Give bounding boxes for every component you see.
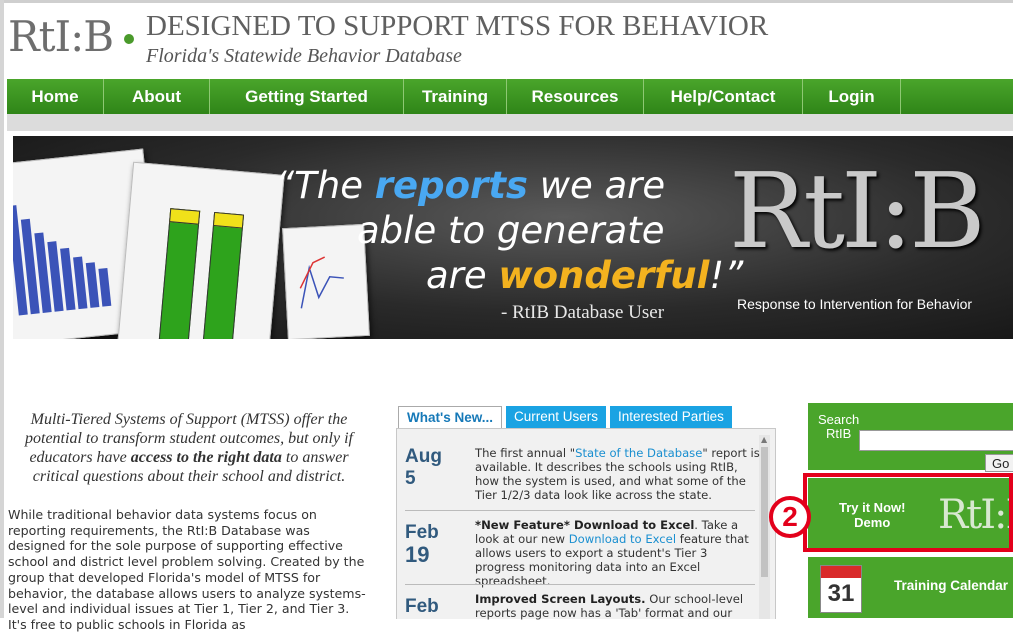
training-calendar-link[interactable]: Training Calendar: [894, 578, 1008, 593]
news-tabs: What's New... Current Users Interested P…: [398, 406, 732, 429]
tab-whats-new[interactable]: What's New...: [398, 406, 502, 429]
training-calendar-panel[interactable]: 31 Training Calendar: [808, 557, 1013, 618]
scroll-thumb[interactable]: [761, 447, 768, 577]
banner-logo-subtitle: Response to Intervention for Behavior: [737, 296, 973, 312]
nav-resources[interactable]: Resources: [507, 79, 644, 114]
nav-home[interactable]: Home: [7, 79, 104, 114]
news-date: Feb 19: [405, 522, 439, 567]
intro-text: Multi-Tiered Systems of Support (MTSS) o…: [25, 411, 353, 485]
scroll-up-icon[interactable]: ▲: [761, 435, 767, 444]
browser-frame-top: [0, 0, 1013, 3]
news-item: Aug 5 The first annual "State of the Data…: [405, 446, 760, 506]
calendar-icon: 31: [820, 565, 862, 613]
news-text: Improved Screen Layouts. Our school-leve…: [475, 592, 744, 620]
site-logo[interactable]: RtI:B: [8, 12, 114, 61]
news-item: Feb 19 *New Feature* Download to Excel. T…: [405, 518, 755, 588]
demo-highlight-box: [803, 473, 1013, 552]
news-divider: [405, 584, 755, 585]
news-link[interactable]: State of the Database: [575, 446, 702, 460]
main-nav: Home About Getting Started Training Reso…: [7, 79, 1013, 114]
banner-quote-line3: are wonderful!”: [426, 254, 744, 297]
news-text: *New Feature* Download to Excel. Take a …: [475, 518, 749, 588]
tab-interested-parties[interactable]: Interested Parties: [610, 406, 732, 428]
banner-logo: RtI:B: [729, 150, 986, 272]
banner-attribution: - RtIB Database User: [501, 302, 665, 323]
logo-dot-icon: [124, 34, 134, 44]
news-link[interactable]: Download to Excel: [569, 532, 676, 546]
report-bars: [13, 196, 112, 316]
tab-current-users[interactable]: Current Users: [505, 406, 607, 428]
banner-quote-line1: “The reports we are: [275, 164, 666, 207]
site-subtitle: Florida's Statewide Behavior Database: [146, 45, 462, 67]
nav-login[interactable]: Login: [803, 79, 901, 114]
report-image-2: [117, 161, 285, 339]
banner-quote-line2: able to generate: [357, 209, 665, 252]
step-badge: 2: [769, 496, 811, 538]
news-date: Feb: [405, 596, 439, 617]
nav-help-contact[interactable]: Help/Contact: [644, 79, 803, 114]
nav-getting-started[interactable]: Getting Started: [210, 79, 404, 114]
search-panel: Search RtIB Go: [808, 403, 1013, 472]
search-go-button[interactable]: Go: [985, 454, 1013, 472]
news-text: The first annual "State of the Database"…: [475, 446, 760, 502]
hero-banner: “The reports we are able to generate are…: [13, 136, 1013, 339]
nav-training[interactable]: Training: [404, 79, 507, 114]
nav-about[interactable]: About: [104, 79, 210, 114]
nav-spacer: [7, 114, 1013, 131]
search-input[interactable]: [859, 430, 1013, 451]
news-panel: ▲ Aug 5 The first annual "State of the Da…: [396, 428, 776, 620]
browser-frame-left: [0, 0, 4, 618]
news-divider: [405, 510, 755, 511]
body-paragraph: While traditional behavior data systems …: [8, 507, 366, 632]
search-label: Search RtIB: [818, 412, 860, 441]
news-date: Aug 5: [405, 446, 442, 489]
site-tagline: DESIGNED TO SUPPORT MTSS FOR BEHAVIOR: [146, 10, 769, 42]
